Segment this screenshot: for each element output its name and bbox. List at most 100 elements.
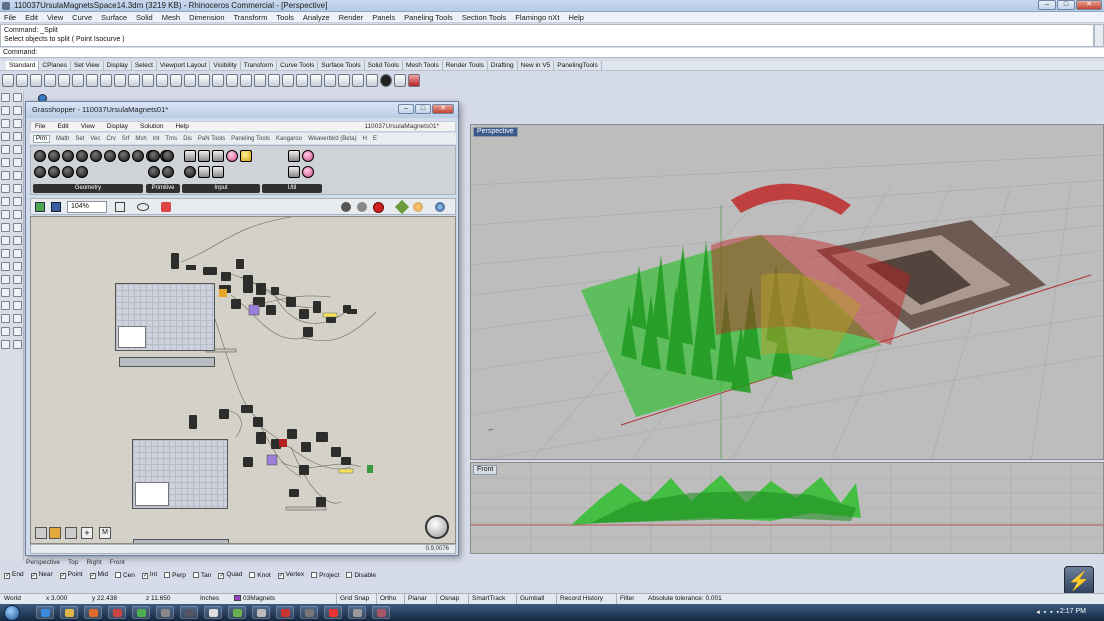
osnap-button[interactable]: Osnap bbox=[436, 594, 462, 604]
zoom-extents-icon[interactable] bbox=[184, 73, 196, 87]
gh-tab-pan-tools[interactable]: PaN Tools bbox=[198, 136, 225, 142]
viewport-tab-perspective[interactable]: Perspective bbox=[26, 559, 60, 566]
gh-close-button[interactable]: ✕ bbox=[432, 104, 454, 114]
record-history-button[interactable]: Record History bbox=[556, 594, 606, 604]
cut-icon[interactable] bbox=[72, 73, 84, 87]
taskbar-app-icon[interactable] bbox=[228, 606, 246, 619]
freeform-tool-icon[interactable] bbox=[13, 119, 22, 128]
lightning-plugin-icon[interactable]: ⚡ bbox=[1064, 566, 1094, 596]
gh-vector-param-icon[interactable] bbox=[34, 166, 46, 178]
shaded-icon[interactable] bbox=[282, 73, 294, 87]
gh-md-slider-icon[interactable] bbox=[212, 166, 224, 178]
mirror-tool-icon[interactable] bbox=[1, 288, 10, 297]
osnap-perp[interactable]: Perp bbox=[164, 571, 186, 579]
osnap-knot-checkbox[interactable] bbox=[249, 571, 256, 578]
rotate-view-icon[interactable] bbox=[142, 73, 154, 87]
gh-menu-file[interactable]: File bbox=[35, 123, 45, 130]
curve-tool-icon[interactable] bbox=[1, 119, 10, 128]
analyze-tool-icon[interactable] bbox=[1, 340, 10, 349]
osnap-project[interactable]: Project bbox=[311, 571, 339, 579]
polyline-tool-icon[interactable] bbox=[13, 106, 22, 115]
gh-brep-param-icon[interactable] bbox=[48, 150, 60, 162]
filter-button[interactable]: Filter bbox=[616, 594, 637, 604]
menu-view[interactable]: View bbox=[47, 13, 63, 22]
osnap-quad[interactable]: ✓ Quad bbox=[218, 571, 242, 579]
circle-tool-icon[interactable] bbox=[1, 132, 10, 141]
gh-tab-weaverbird[interactable]: Weaverbird (Beta) bbox=[308, 136, 357, 142]
gh-group-label-input[interactable]: Input bbox=[182, 184, 260, 193]
gh-slider-group[interactable] bbox=[119, 357, 215, 367]
osnap-vertex-checkbox[interactable]: ✓ bbox=[277, 573, 284, 579]
gh-tab-mesh[interactable]: Msh bbox=[135, 136, 146, 142]
menu-render[interactable]: Render bbox=[339, 13, 364, 22]
gh-tab-curve[interactable]: Crv bbox=[106, 136, 115, 142]
tab-render-tools[interactable]: Render Tools bbox=[443, 61, 488, 70]
gh-integer-param-icon[interactable] bbox=[162, 150, 174, 162]
gh-widget-compass-icon[interactable] bbox=[35, 527, 47, 539]
taskbar-app-icon[interactable] bbox=[108, 606, 126, 619]
menu-surface[interactable]: Surface bbox=[101, 13, 127, 22]
gh-cluster-icon[interactable] bbox=[288, 166, 300, 178]
gh-preview-eye-icon[interactable] bbox=[137, 203, 149, 211]
command-history-scrollbar[interactable] bbox=[1094, 24, 1104, 47]
menu-solid[interactable]: Solid bbox=[136, 13, 153, 22]
tab-viewport-layout[interactable]: Viewport Layout bbox=[157, 61, 211, 70]
dimension-tool-icon[interactable] bbox=[13, 249, 22, 258]
maximize-view-icon[interactable] bbox=[240, 73, 252, 87]
menu-paneling-tools[interactable]: Paneling Tools bbox=[404, 13, 453, 22]
trim-tool-icon[interactable] bbox=[1, 314, 10, 323]
join-tool-icon[interactable] bbox=[1, 301, 10, 310]
gh-curve-param-icon[interactable] bbox=[76, 150, 88, 162]
boolean-tool-icon[interactable] bbox=[13, 236, 22, 245]
box-tool-icon[interactable] bbox=[1, 223, 10, 232]
menu-edit[interactable]: Edit bbox=[25, 13, 38, 22]
tab-select[interactable]: Select bbox=[132, 61, 157, 70]
tab-transform[interactable]: Transform bbox=[241, 61, 278, 70]
copy-icon[interactable] bbox=[86, 73, 98, 87]
paste-icon[interactable] bbox=[100, 73, 112, 87]
viewport-tab-top[interactable]: Top bbox=[68, 559, 78, 566]
perspective-viewport[interactable]: Perspective ⌐ bbox=[470, 124, 1104, 460]
status-layer[interactable]: 03Magnets bbox=[234, 595, 275, 602]
menu-file[interactable]: File bbox=[4, 13, 16, 22]
ortho-button[interactable]: Ortho bbox=[376, 594, 399, 604]
gh-tab-math[interactable]: Math bbox=[56, 136, 69, 142]
osnap-cen[interactable]: Cen bbox=[114, 571, 135, 579]
open-file-icon[interactable] bbox=[16, 73, 28, 87]
gh-tab-display[interactable]: Dis bbox=[183, 136, 192, 142]
gh-maximize-button[interactable]: □ bbox=[415, 104, 431, 114]
split-tool-icon[interactable] bbox=[13, 314, 22, 323]
gh-menu-edit[interactable]: Edit bbox=[57, 123, 68, 130]
osnap-tan-checkbox[interactable] bbox=[192, 571, 199, 578]
taskbar-app-icon[interactable] bbox=[156, 606, 174, 619]
gh-zoom-extents-icon[interactable] bbox=[115, 202, 125, 212]
group-tool-icon[interactable] bbox=[1, 327, 10, 336]
gh-string-param-icon[interactable] bbox=[162, 166, 174, 178]
point-tool-icon[interactable] bbox=[13, 93, 22, 102]
gumball-button[interactable]: Gumball bbox=[516, 594, 547, 604]
sphere-tool-icon[interactable] bbox=[13, 223, 22, 232]
gh-grid-preview-panel[interactable] bbox=[115, 283, 215, 351]
gh-plane-param-icon[interactable] bbox=[132, 150, 144, 162]
gh-material-icon[interactable] bbox=[413, 202, 423, 212]
gh-open-icon[interactable] bbox=[35, 202, 45, 212]
osnap-point[interactable]: ✓ Point bbox=[59, 571, 83, 579]
gh-tab-transform[interactable]: Trns bbox=[165, 136, 177, 142]
front-viewport-label[interactable]: Front bbox=[473, 465, 498, 475]
render-sphere-icon[interactable] bbox=[380, 73, 392, 87]
tab-visibility[interactable]: Visibility bbox=[210, 61, 241, 70]
wireframe-icon[interactable] bbox=[268, 73, 280, 87]
maximize-button[interactable]: □ bbox=[1057, 0, 1075, 10]
gh-value-list-icon[interactable] bbox=[198, 166, 210, 178]
osnap-vertex[interactable]: ✓ Vertex bbox=[277, 571, 304, 579]
explode-tool-icon[interactable] bbox=[13, 301, 22, 310]
layer-icon[interactable] bbox=[352, 73, 364, 87]
osnap-knot[interactable]: Knot bbox=[249, 571, 271, 579]
gh-arc-param-icon[interactable] bbox=[48, 166, 60, 178]
pan-icon[interactable] bbox=[128, 73, 140, 87]
menu-tools[interactable]: Tools bbox=[276, 13, 294, 22]
polygon-tool-icon[interactable] bbox=[1, 158, 10, 167]
gh-jump-icon[interactable] bbox=[302, 150, 314, 162]
osnap-mid-checkbox[interactable]: ✓ bbox=[89, 573, 96, 579]
gh-zoom-field[interactable]: 104% bbox=[67, 201, 107, 213]
